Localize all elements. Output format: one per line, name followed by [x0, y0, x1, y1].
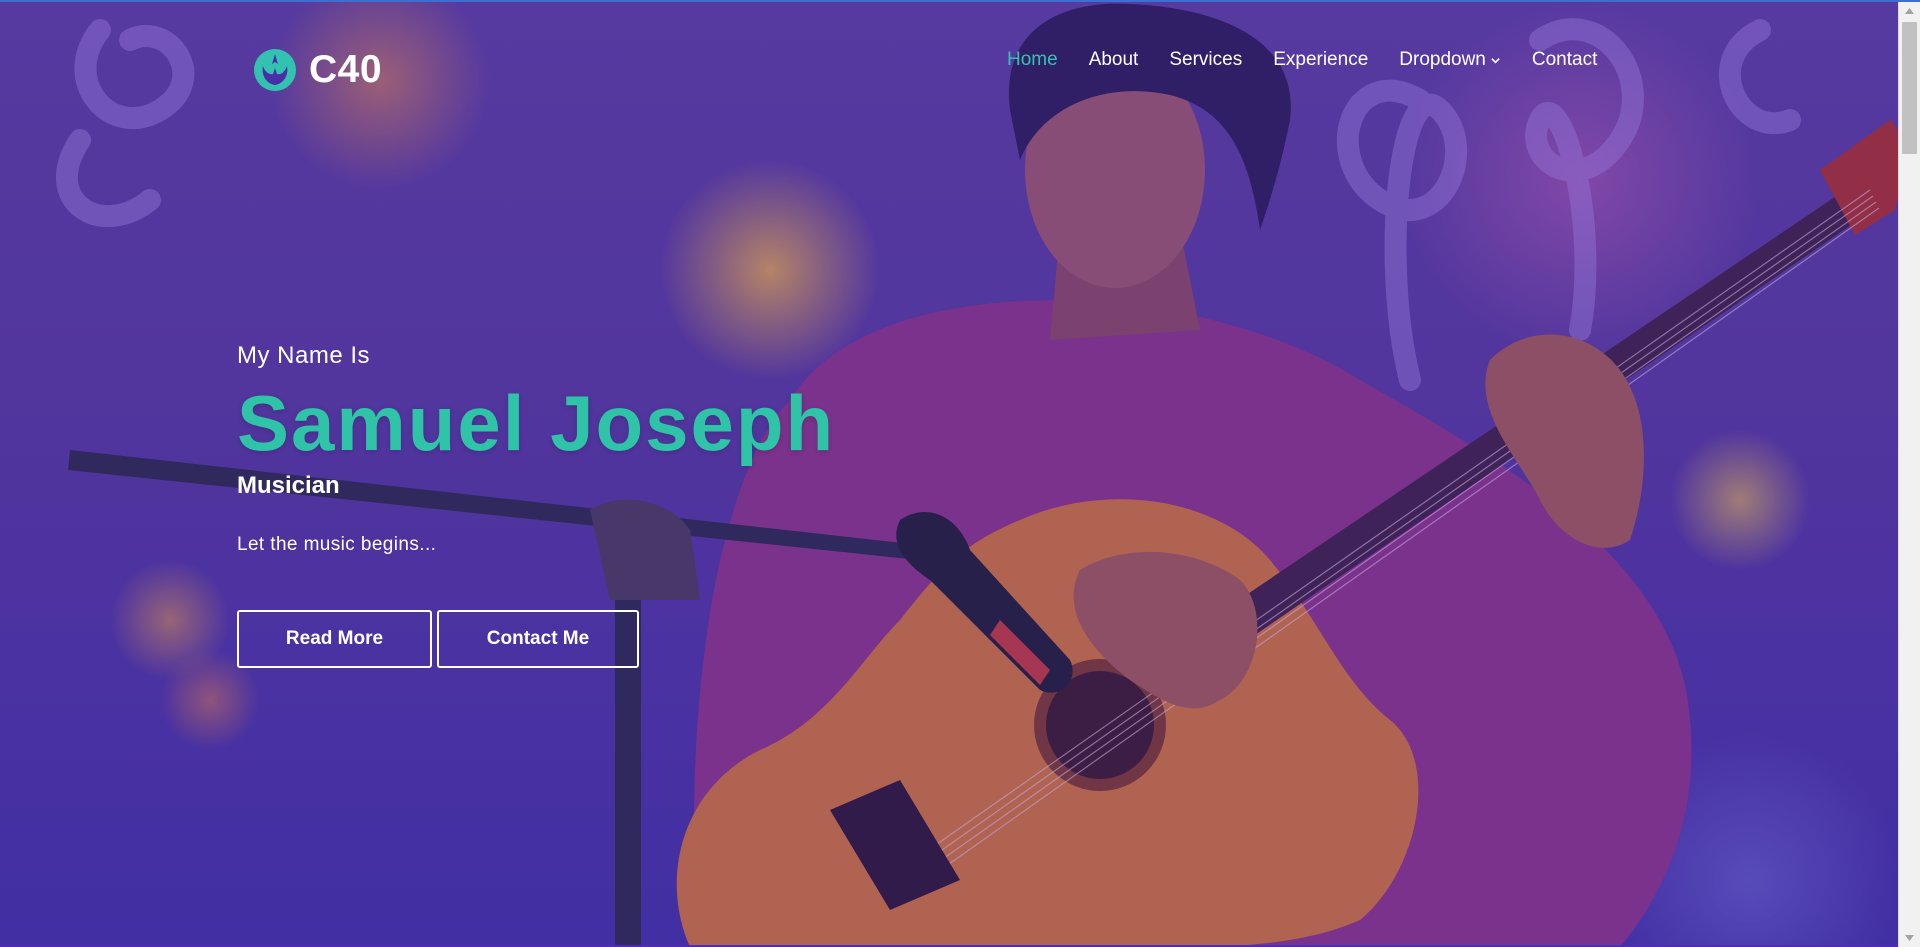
scroll-up-arrow-icon[interactable]	[1899, 2, 1920, 20]
chevron-down-icon	[1491, 57, 1500, 64]
hero-role: Musician	[237, 472, 340, 499]
scroll-down-arrow-icon[interactable]	[1899, 929, 1920, 947]
rebel-alliance-icon	[254, 49, 296, 91]
nav-contact[interactable]: Contact	[1532, 48, 1597, 72]
nav-about[interactable]: About	[1089, 48, 1139, 72]
window-top-border	[0, 0, 1920, 2]
scrollbar-thumb[interactable]	[1902, 22, 1917, 154]
page: C40 Home About Services Experience Dropd…	[0, 0, 1920, 947]
hero-buttons: Read More Contact Me	[237, 610, 835, 668]
hero-intro: My Name Is	[237, 342, 371, 369]
main-navigation: Home About Services Experience Dropdown …	[1007, 48, 1597, 72]
hero-content: My Name Is Samuel Joseph Musician Let th…	[237, 340, 835, 668]
hero-name: Samuel Joseph	[237, 379, 836, 467]
site-logo[interactable]: C40	[253, 48, 382, 92]
nav-experience[interactable]: Experience	[1273, 48, 1368, 72]
nav-dropdown[interactable]: Dropdown	[1399, 48, 1501, 72]
nav-services[interactable]: Services	[1169, 48, 1242, 72]
nav-dropdown-label: Dropdown	[1399, 49, 1486, 70]
page-scrollbar[interactable]	[1898, 0, 1920, 947]
nav-home[interactable]: Home	[1007, 48, 1058, 72]
brand-name: C40	[309, 48, 383, 91]
read-more-button[interactable]: Read More	[237, 610, 432, 668]
contact-me-button[interactable]: Contact Me	[437, 610, 639, 668]
hero-tagline: Let the music begins...	[237, 534, 437, 555]
